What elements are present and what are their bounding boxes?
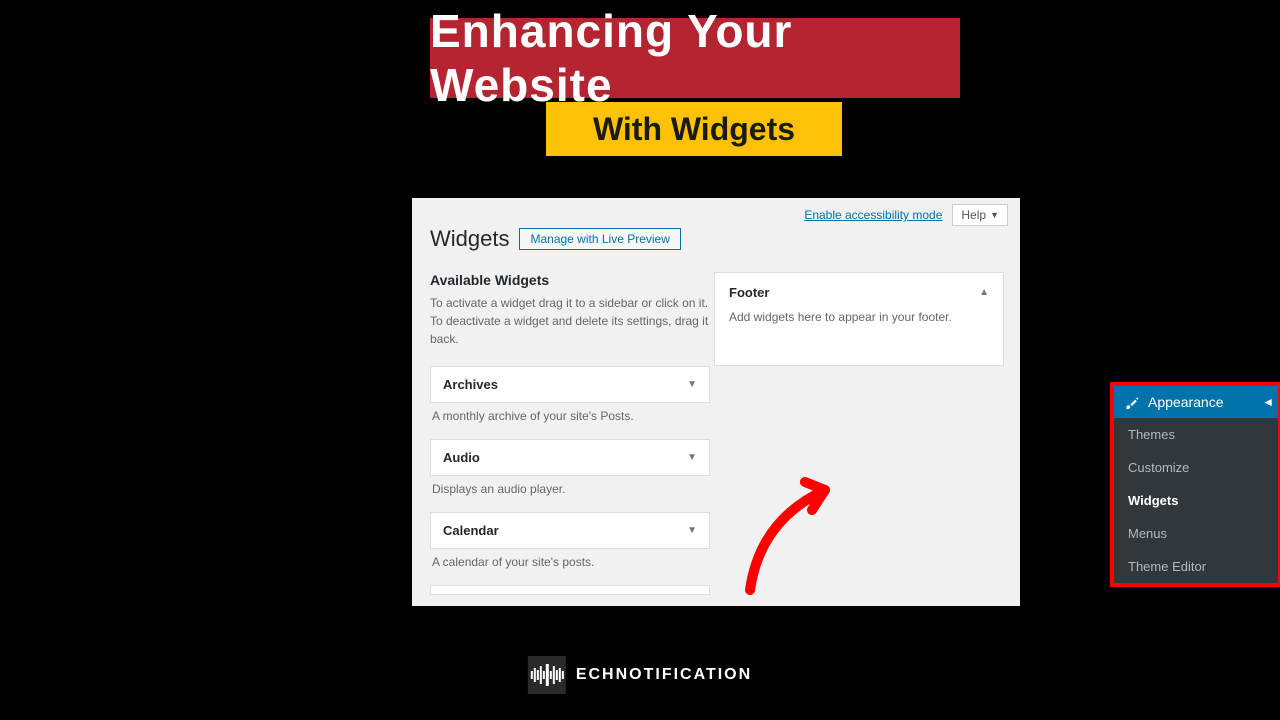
title-sub: With Widgets [546, 102, 842, 156]
footer-widget-area[interactable]: Footer ▲ Add widgets here to appear in y… [714, 272, 1004, 366]
widget-name: Calendar [443, 523, 499, 538]
appearance-submenu: Appearance ◄ Themes Customize Widgets Me… [1110, 382, 1280, 587]
widget-name: Audio [443, 450, 480, 465]
brand-text: ECHNOTIFICATION [576, 666, 752, 684]
waveform-icon [528, 656, 566, 694]
chevron-left-icon: ◄ [1262, 395, 1274, 409]
widget-desc: Displays an audio player. [432, 482, 708, 496]
menu-appearance-header[interactable]: Appearance ◄ [1114, 386, 1278, 418]
page-title: Widgets [430, 226, 509, 252]
menu-head-label: Appearance [1148, 394, 1224, 410]
widget-item-archives[interactable]: Archives ▼ [430, 366, 710, 403]
menu-item-widgets[interactable]: Widgets [1114, 484, 1278, 517]
footer-area-title: Footer [729, 285, 769, 300]
title-main: Enhancing Your Website [430, 18, 960, 98]
help-button[interactable]: Help ▼ [952, 204, 1008, 226]
chevron-down-icon: ▼ [687, 452, 697, 463]
top-links: Enable accessibility mode Help ▼ [804, 204, 1008, 226]
widget-name: Archives [443, 377, 498, 392]
menu-item-menus[interactable]: Menus [1114, 517, 1278, 550]
widget-item-partial[interactable] [430, 585, 710, 595]
menu-item-themes[interactable]: Themes [1114, 418, 1278, 451]
wordpress-widgets-panel: Enable accessibility mode Help ▼ Widgets… [412, 198, 1020, 606]
available-widgets-column: Available Widgets To activate a widget d… [430, 272, 710, 599]
accessibility-link[interactable]: Enable accessibility mode [804, 208, 942, 222]
menu-item-theme-editor[interactable]: Theme Editor [1114, 550, 1278, 583]
available-widgets-title: Available Widgets [430, 272, 710, 288]
chevron-down-icon: ▼ [990, 210, 999, 220]
widget-item-calendar[interactable]: Calendar ▼ [430, 512, 710, 549]
chevron-up-icon: ▲ [979, 287, 989, 298]
live-preview-button[interactable]: Manage with Live Preview [519, 228, 680, 250]
chevron-down-icon: ▼ [687, 525, 697, 536]
chevron-down-icon: ▼ [687, 379, 697, 390]
footer-area-desc: Add widgets here to appear in your foote… [729, 310, 989, 324]
widget-desc: A calendar of your site's posts. [432, 555, 708, 569]
available-widgets-desc: To activate a widget drag it to a sideba… [430, 294, 710, 348]
help-label: Help [961, 208, 986, 222]
menu-item-customize[interactable]: Customize [1114, 451, 1278, 484]
footer-area-header: Footer ▲ [729, 285, 989, 300]
brand-logo: ECHNOTIFICATION [528, 656, 752, 694]
brush-icon [1124, 394, 1140, 410]
widget-desc: A monthly archive of your site's Posts. [432, 409, 708, 423]
widget-item-audio[interactable]: Audio ▼ [430, 439, 710, 476]
page-title-row: Widgets Manage with Live Preview [430, 226, 681, 252]
